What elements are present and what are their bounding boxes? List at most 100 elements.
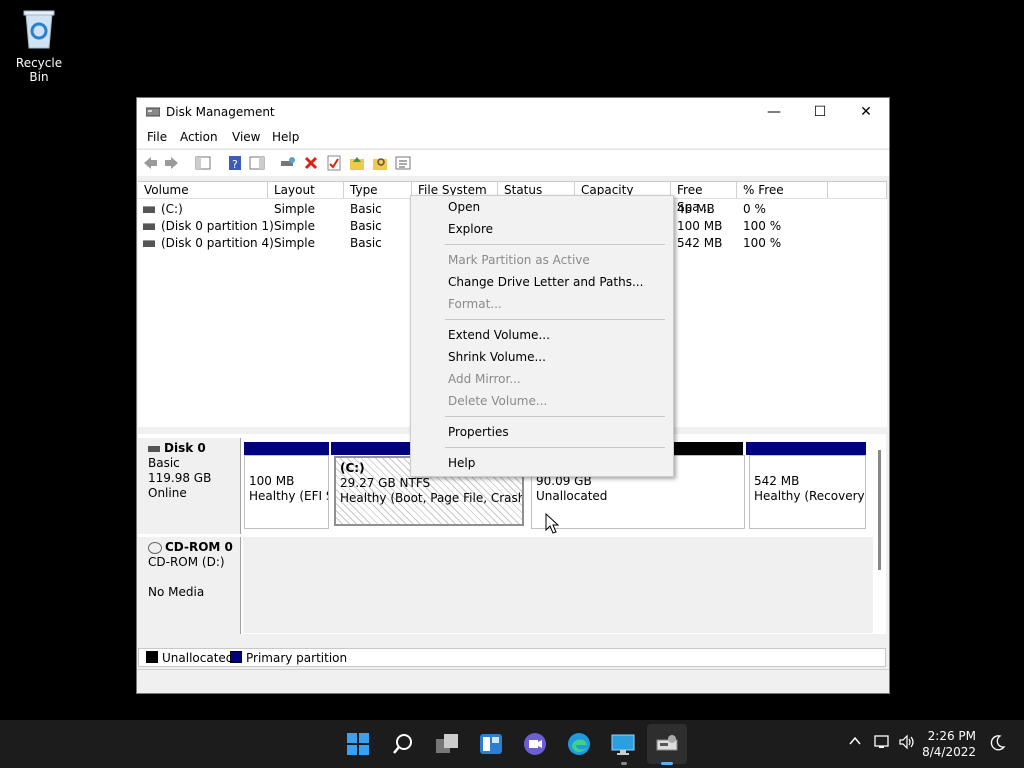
menu-separator <box>445 416 665 417</box>
disk-state: Online <box>148 486 187 500</box>
disk-management-icon[interactable] <box>655 732 679 756</box>
windows-start-icon[interactable] <box>346 732 370 756</box>
maximize-button[interactable]: ☐ <box>797 98 843 126</box>
disk-name: Disk 0 <box>164 441 206 455</box>
menu-action[interactable]: Action <box>180 130 218 144</box>
legend-label: Unallocated <box>162 651 234 665</box>
disk-management-app-icon <box>145 105 161 117</box>
menu-file[interactable]: File <box>147 130 167 144</box>
partition-size: 100 MB <box>249 474 295 488</box>
partition-status: Healthy (Boot, Page File, Crash Du <box>340 491 524 505</box>
disk-icon <box>148 445 160 452</box>
search-icon[interactable] <box>391 732 415 756</box>
partition-color-bar <box>746 442 866 455</box>
toolbar: ? <box>137 149 889 176</box>
vertical-scrollbar[interactable] <box>876 450 886 630</box>
menu-help[interactable]: Help <box>272 130 299 144</box>
volume-name: (Disk 0 partition 4) <box>161 236 274 250</box>
menu-separator <box>445 244 665 245</box>
free-space-cell: 100 MB <box>677 219 723 233</box>
task-view-icon[interactable] <box>435 732 459 756</box>
clock[interactable]: 2:26 PM 8/4/2022 <box>922 728 976 760</box>
mouse-cursor-icon <box>545 512 560 538</box>
show-hide-console-tree-icon[interactable] <box>195 155 211 171</box>
title-bar[interactable]: Disk Management — ☐ ✕ <box>137 98 889 126</box>
column-header-free-space[interactable]: Free Spa... <box>671 182 737 214</box>
connect-disk-icon[interactable] <box>280 155 296 171</box>
svg-text:?: ? <box>232 158 238 171</box>
chat-icon[interactable] <box>523 732 547 756</box>
type-cell: Basic <box>350 202 382 216</box>
column-header-layout[interactable]: Layout <box>268 182 344 199</box>
free-space-cell: 542 MB <box>677 236 723 250</box>
close-button[interactable]: ✕ <box>843 98 889 126</box>
drive-icon <box>143 223 155 230</box>
properties-list-icon[interactable] <box>395 155 411 171</box>
partition-size: 542 MB <box>754 474 800 488</box>
back-arrow-icon[interactable] <box>142 155 158 171</box>
layout-cell: Simple <box>274 219 315 233</box>
column-header-percent-free[interactable]: % Free <box>737 182 828 199</box>
widgets-icon[interactable] <box>479 732 503 756</box>
help-icon[interactable]: ? <box>227 155 243 171</box>
partition-color-bar <box>244 442 329 455</box>
cdrom-0-info[interactable]: CD-ROM 0 CD-ROM (D:) No Media <box>138 537 241 634</box>
menu-item-open[interactable]: Open <box>448 200 480 214</box>
percent-free-cell: 100 % <box>743 219 782 233</box>
menu-item-properties[interactable]: Properties <box>448 425 509 439</box>
status-bar <box>137 669 889 692</box>
show-hide-action-pane-icon[interactable] <box>249 155 265 171</box>
layout-cell: Simple <box>274 202 315 216</box>
chevron-up-icon[interactable] <box>848 734 862 752</box>
menu-item-shrink-volume[interactable]: Shrink Volume... <box>448 350 546 364</box>
menu-item-add-mirror: Add Mirror... <box>448 372 521 386</box>
scrollbar-thumb[interactable] <box>878 450 881 570</box>
menu-view[interactable]: View <box>232 130 260 144</box>
active-indicator <box>661 762 673 765</box>
menu-item-change-drive-letter[interactable]: Change Drive Letter and Paths... <box>448 275 643 289</box>
cdrom-icon <box>148 541 162 554</box>
checklist-properties-icon[interactable] <box>326 155 342 171</box>
menu-item-explore[interactable]: Explore <box>448 222 493 236</box>
menu-item-delete-volume: Delete Volume... <box>448 394 548 408</box>
cdrom-empty-area <box>243 537 873 633</box>
column-header-volume[interactable]: Volume <box>138 182 268 199</box>
menu-item-mark-active: Mark Partition as Active <box>448 253 590 267</box>
partition-status: Unallocated <box>536 489 608 503</box>
legend-unallocated: Unallocated <box>146 651 233 665</box>
remote-desktop-icon[interactable] <box>611 732 635 756</box>
edge-icon[interactable] <box>567 732 591 756</box>
window-title: Disk Management <box>166 105 275 119</box>
volume-icon[interactable] <box>898 734 916 754</box>
menu-separator <box>445 319 665 320</box>
running-indicator <box>621 762 627 765</box>
menu-item-format: Format... <box>448 297 502 311</box>
menu-item-help[interactable]: Help <box>448 456 475 470</box>
context-menu: Open Explore Mark Partition as Active Ch… <box>410 195 674 477</box>
disk-kind: Basic <box>148 456 180 470</box>
taskbar: 2:26 PM 8/4/2022 <box>0 720 1024 768</box>
minimize-button[interactable]: — <box>751 98 797 126</box>
partition-status: Healthy (Recovery P <box>754 489 866 503</box>
network-icon[interactable] <box>874 734 892 754</box>
column-header-type[interactable]: Type <box>344 182 412 199</box>
menu-separator <box>445 447 665 448</box>
percent-free-cell: 100 % <box>743 236 782 250</box>
folder-up-icon[interactable] <box>349 155 365 171</box>
volume-name: (C:) <box>161 202 183 216</box>
recycle-bin-shortcut[interactable]: Recycle Bin <box>6 8 72 84</box>
menu-item-extend-volume[interactable]: Extend Volume... <box>448 328 550 342</box>
disk-0-info[interactable]: Disk 0 Basic 119.98 GB Online <box>138 438 241 534</box>
forward-arrow-icon[interactable] <box>164 155 180 171</box>
drive-icon <box>143 240 155 247</box>
legend-unallocated-swatch <box>146 651 158 663</box>
folder-search-icon[interactable] <box>372 155 388 171</box>
legend-primary: Primary partition <box>230 651 347 665</box>
partition-recovery[interactable]: 542 MB Healthy (Recovery P <box>749 455 866 529</box>
delete-icon[interactable] <box>303 155 319 171</box>
drive-icon <box>143 206 155 213</box>
disk-state: No Media <box>148 585 205 599</box>
type-cell: Basic <box>350 236 382 250</box>
partition-efi[interactable]: 100 MB Healthy (EFI S <box>244 455 329 529</box>
notification-moon-icon[interactable] <box>988 734 1006 756</box>
